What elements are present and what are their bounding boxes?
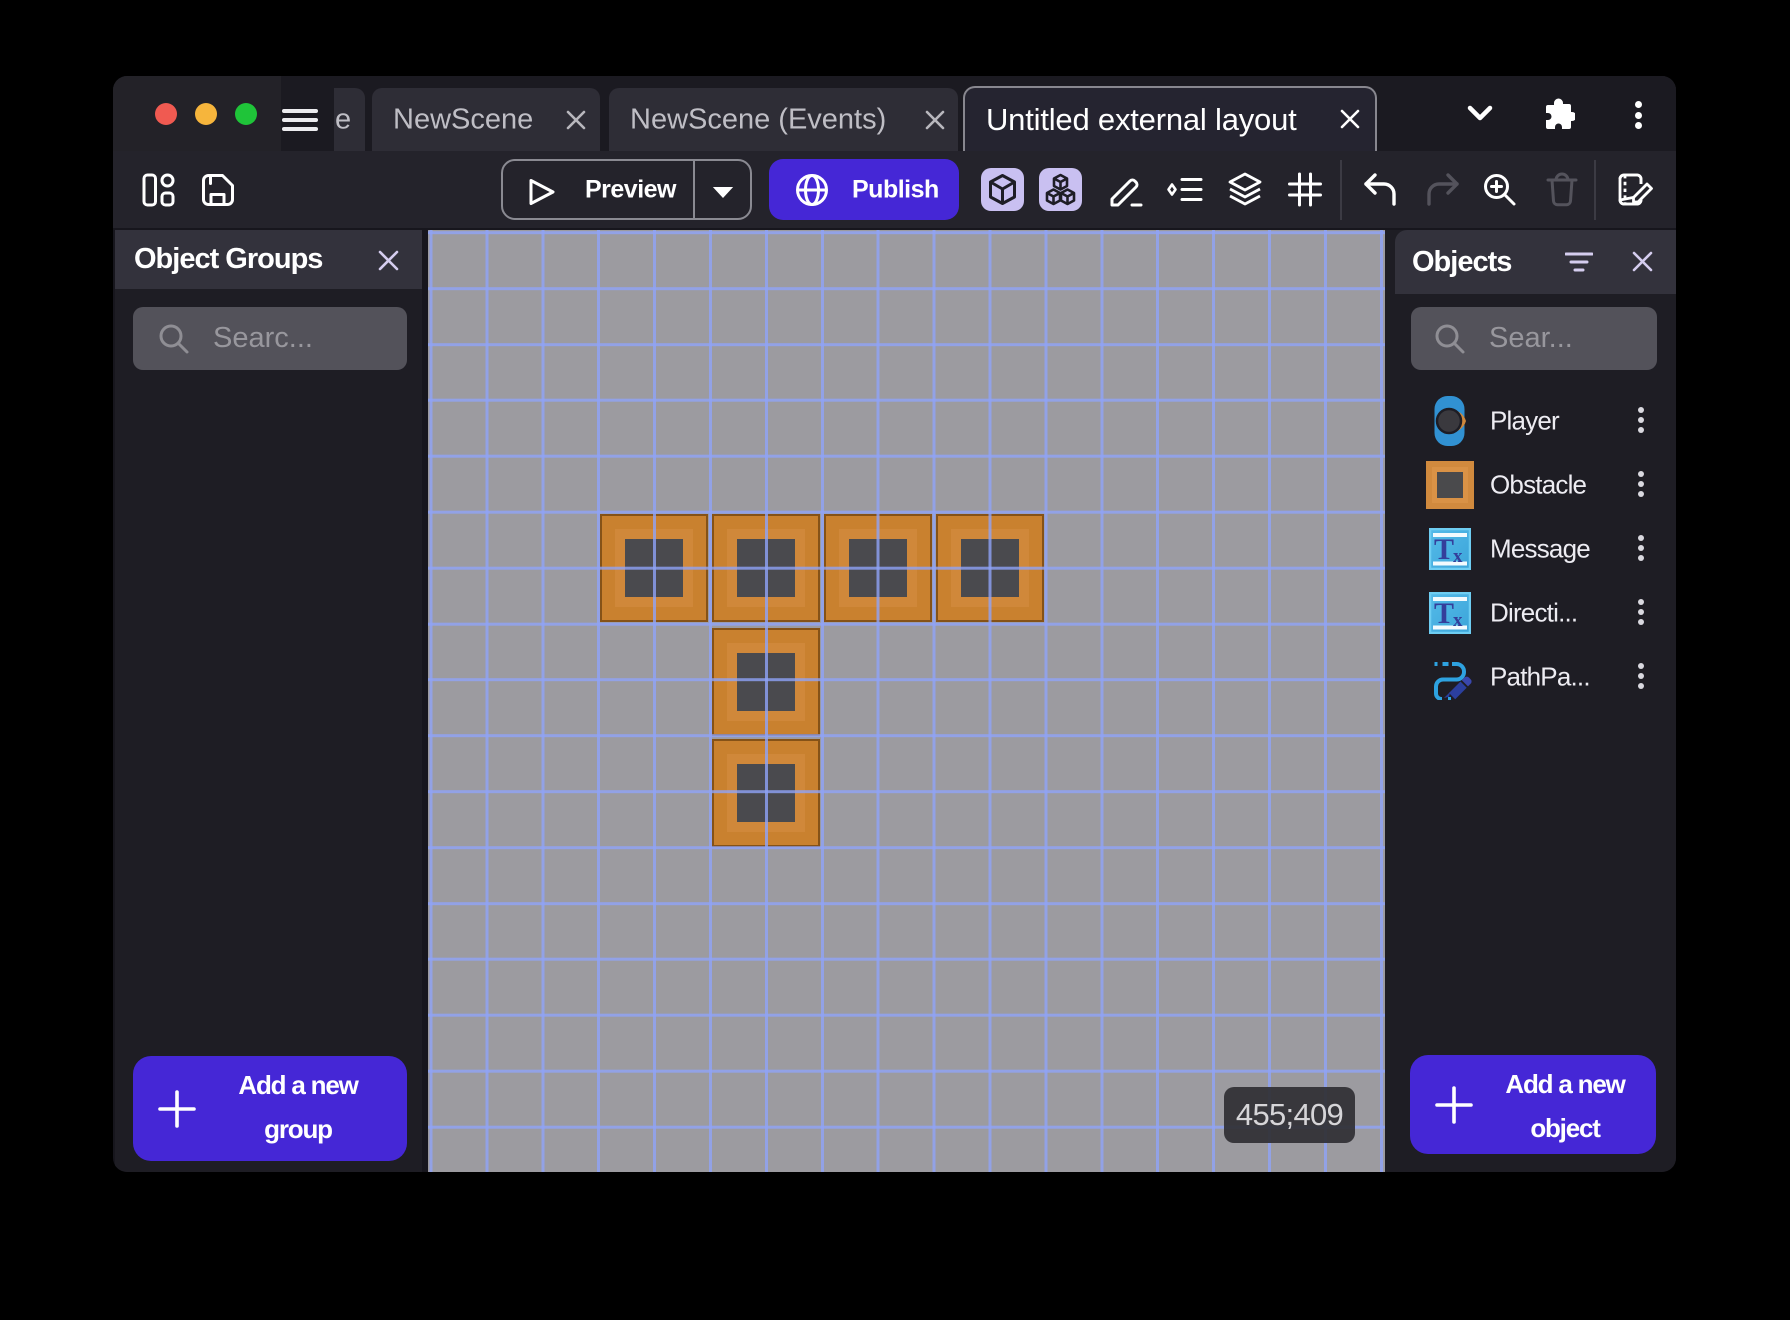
svg-text:T: T	[1434, 597, 1454, 630]
svg-text:x: x	[1453, 546, 1463, 567]
svg-text:x: x	[1453, 610, 1463, 631]
svg-text:T: T	[1434, 533, 1454, 566]
